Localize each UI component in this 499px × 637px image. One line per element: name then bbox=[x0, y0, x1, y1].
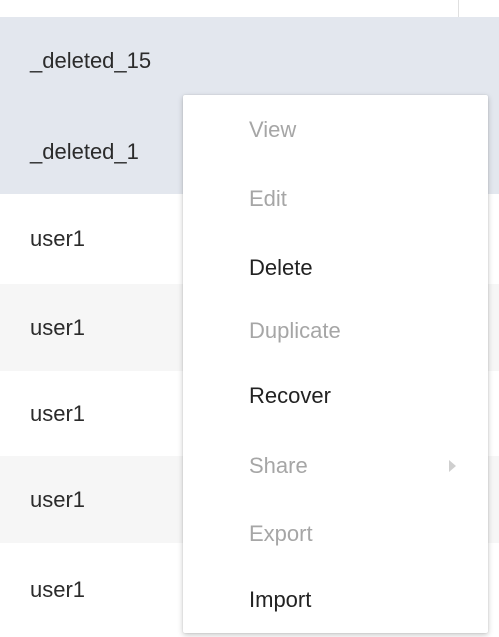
menu-item-label: Duplicate bbox=[249, 317, 341, 343]
row-name: user1 bbox=[30, 400, 86, 426]
menu-item-label: Recover bbox=[249, 382, 331, 408]
row-name: user1 bbox=[30, 226, 86, 251]
menu-item-label: View bbox=[249, 116, 297, 142]
column-divider bbox=[458, 0, 459, 17]
menu-item-label: Delete bbox=[249, 254, 313, 280]
menu-item-export[interactable]: Export bbox=[183, 499, 488, 568]
menu-item-view[interactable]: View bbox=[183, 95, 488, 164]
row-name: user1 bbox=[30, 486, 86, 512]
menu-item-label: Edit bbox=[249, 185, 287, 211]
chevron-right-icon bbox=[449, 459, 456, 472]
row-name: _deleted_1 bbox=[30, 139, 139, 164]
menu-item-label: Export bbox=[249, 520, 313, 546]
row-name: user1 bbox=[30, 577, 86, 602]
row-name: _deleted_15 bbox=[30, 47, 152, 73]
menu-item-edit[interactable]: Edit bbox=[183, 164, 488, 233]
menu-item-import[interactable]: Import bbox=[183, 565, 488, 634]
context-menu: View Edit Delete Duplicate Recover Share… bbox=[183, 95, 488, 633]
menu-item-label: Share bbox=[249, 452, 308, 478]
menu-item-recover[interactable]: Recover bbox=[183, 361, 488, 430]
menu-item-share[interactable]: Share bbox=[183, 431, 488, 500]
list-header-strip bbox=[0, 0, 499, 17]
menu-item-label: Import bbox=[249, 586, 312, 612]
menu-item-duplicate[interactable]: Duplicate bbox=[183, 296, 488, 365]
menu-item-delete[interactable]: Delete bbox=[183, 233, 488, 302]
row-name: user1 bbox=[30, 314, 86, 340]
